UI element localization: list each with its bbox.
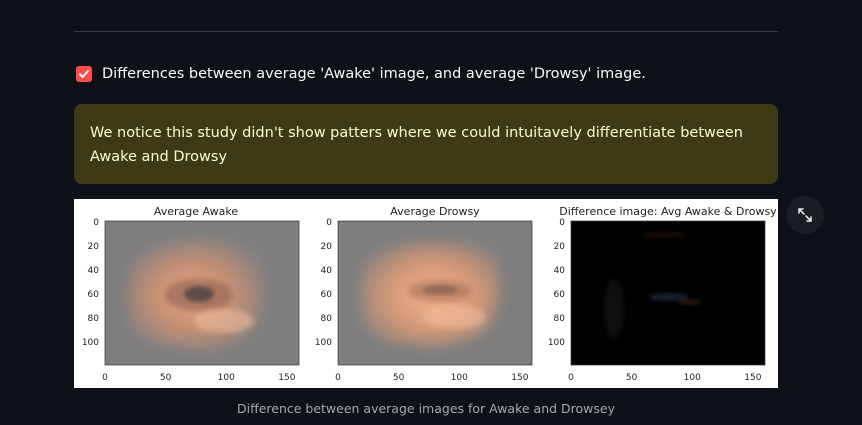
expand-figure-button[interactable] — [786, 196, 824, 234]
alert-text: We notice this study didn't show patters… — [90, 125, 743, 165]
y-tick-label: 60 — [554, 290, 566, 300]
y-tick-label: 40 — [88, 266, 100, 276]
y-tick-label: 20 — [88, 242, 100, 252]
y-tick-label: 80 — [88, 314, 100, 324]
y-tick-label: 20 — [554, 242, 566, 252]
figure-svg: Average Awake Average Drowsy Difference … — [82, 205, 777, 383]
figure-caption: Difference between average images for Aw… — [236, 401, 615, 416]
y-tick-label: 100 — [315, 338, 332, 348]
x-tick-label: 150 — [744, 373, 761, 383]
y-tick-label: 0 — [559, 218, 565, 228]
x-tick-label: 150 — [511, 373, 528, 383]
x-tick-label: 100 — [684, 373, 701, 383]
panel-image-difference — [571, 221, 765, 365]
y-tick-label: 100 — [82, 338, 99, 348]
x-tick-label: 0 — [102, 373, 108, 383]
difference-checkbox-row[interactable]: Differences between average 'Awake' imag… — [76, 66, 646, 82]
divider — [74, 31, 778, 32]
x-tick-labels: 0 50 100 150 0 50 100 150 0 50 100 150 — [102, 373, 762, 383]
y-tick-label: 0 — [326, 218, 332, 228]
x-tick-label: 50 — [160, 373, 172, 383]
panel-title-difference: Difference image: Avg Awake & Drowsy — [559, 205, 777, 218]
y-tick-label: 40 — [321, 266, 333, 276]
panel-title-awake: Average Awake — [154, 205, 238, 218]
y-tick-label: 20 — [321, 242, 333, 252]
y-tick-label: 0 — [93, 218, 99, 228]
x-tick-label: 0 — [335, 373, 341, 383]
panel-image-awake — [105, 221, 299, 365]
expand-arrows-icon — [798, 208, 812, 222]
y-tick-label: 40 — [554, 266, 566, 276]
y-tick-label: 80 — [321, 314, 333, 324]
x-tick-label: 50 — [626, 373, 638, 383]
difference-checkbox[interactable] — [76, 66, 92, 82]
comparison-figure: Average Awake Average Drowsy Difference … — [74, 199, 778, 388]
x-tick-label: 100 — [218, 373, 235, 383]
y-tick-label: 60 — [88, 290, 100, 300]
x-tick-label: 50 — [393, 373, 405, 383]
y-tick-label: 80 — [554, 314, 566, 324]
panel-image-drowsy — [338, 221, 532, 365]
checkbox-label: Differences between average 'Awake' imag… — [102, 66, 646, 82]
y-tick-label: 100 — [548, 338, 565, 348]
x-tick-label: 100 — [451, 373, 468, 383]
info-alert: We notice this study didn't show patters… — [74, 104, 778, 184]
y-tick-label: 60 — [321, 290, 333, 300]
panel-title-drowsy: Average Drowsy — [390, 205, 480, 218]
x-tick-label: 150 — [278, 373, 295, 383]
checkmark-icon — [79, 70, 89, 78]
x-tick-label: 0 — [568, 373, 574, 383]
